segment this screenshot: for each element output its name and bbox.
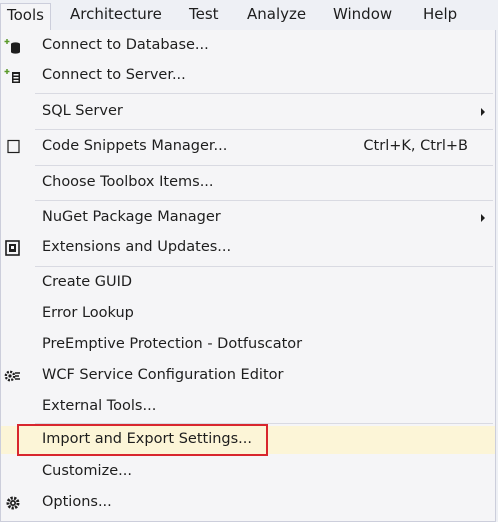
menu-help[interactable]: Help xyxy=(417,3,463,27)
menu-item-create-guid[interactable]: Create GUID xyxy=(1,269,495,297)
submenu-arrow-icon xyxy=(481,214,485,222)
menu-item-label: Connect to Server... xyxy=(42,67,186,83)
checkbox-icon xyxy=(3,138,23,156)
submenu-arrow-icon xyxy=(481,108,485,116)
menu-item-extensions-and-updates[interactable]: Extensions and Updates... xyxy=(1,234,495,262)
menu-item-external-tools[interactable]: External Tools... xyxy=(1,393,495,421)
menu-item-sql-server[interactable]: SQL Server xyxy=(1,98,495,126)
menu-item-label: Create GUID xyxy=(42,274,133,290)
menu-item-connect-to-database[interactable]: Connect to Database... xyxy=(1,32,495,60)
server-connect-icon xyxy=(3,67,23,85)
menu-item-shortcut: Ctrl+K, Ctrl+B xyxy=(363,138,468,154)
menu-item-label: Connect to Database... xyxy=(42,37,209,53)
menu-item-label: PreEmptive Protection - Dotfuscator xyxy=(42,336,303,352)
menu-item-label: Customize... xyxy=(42,463,132,479)
separator xyxy=(35,129,493,130)
menu-item-customize[interactable]: Customize... xyxy=(1,458,495,486)
gear-icon xyxy=(3,494,23,512)
menu-item-label: Choose Toolbox Items... xyxy=(42,174,214,190)
tools-dropdown-menu: Connect to Database... Connect to Server… xyxy=(0,30,496,522)
menu-item-label: External Tools... xyxy=(42,398,157,414)
wcf-config-icon xyxy=(3,367,23,385)
menu-item-code-snippets-manager[interactable]: Code Snippets Manager... Ctrl+K, Ctrl+B xyxy=(1,133,495,161)
menu-item-import-and-export-settings[interactable]: Import and Export Settings... xyxy=(1,426,495,454)
menu-architecture[interactable]: Architecture xyxy=(64,3,168,27)
menu-item-preemptive-protection[interactable]: PreEmptive Protection - Dotfuscator xyxy=(1,331,495,359)
menu-item-label: Options... xyxy=(42,494,112,510)
menu-item-label: NuGet Package Manager xyxy=(42,209,221,225)
menu-item-connect-to-server[interactable]: Connect to Server... xyxy=(1,62,495,90)
menu-item-error-lookup[interactable]: Error Lookup xyxy=(1,300,495,328)
separator xyxy=(35,165,493,166)
separator xyxy=(35,200,493,201)
menu-analyze[interactable]: Analyze xyxy=(241,3,312,27)
menu-item-label: Error Lookup xyxy=(42,305,134,321)
menu-item-label: WCF Service Configuration Editor xyxy=(42,367,284,383)
separator xyxy=(35,93,493,94)
menu-item-label: Extensions and Updates... xyxy=(42,239,232,255)
menu-item-wcf-service-configuration-editor[interactable]: WCF Service Configuration Editor xyxy=(1,362,495,390)
menu-item-options[interactable]: Options... xyxy=(1,489,495,517)
menu-tools[interactable]: Tools xyxy=(0,3,51,31)
separator xyxy=(35,423,493,424)
menu-window[interactable]: Window xyxy=(327,3,398,27)
database-connect-icon xyxy=(3,37,23,55)
menu-item-label: Code Snippets Manager... xyxy=(42,138,228,154)
separator xyxy=(35,266,493,267)
menu-item-choose-toolbox-items[interactable]: Choose Toolbox Items... xyxy=(1,169,495,197)
menu-item-label: SQL Server xyxy=(42,103,123,119)
menu-bar: Tools Architecture Test Analyze Window H… xyxy=(0,0,498,31)
menu-test[interactable]: Test xyxy=(183,3,225,27)
menu-item-label: Import and Export Settings... xyxy=(42,431,252,447)
menu-item-nuget-package-manager[interactable]: NuGet Package Manager xyxy=(1,204,495,232)
extensions-icon xyxy=(3,239,23,257)
